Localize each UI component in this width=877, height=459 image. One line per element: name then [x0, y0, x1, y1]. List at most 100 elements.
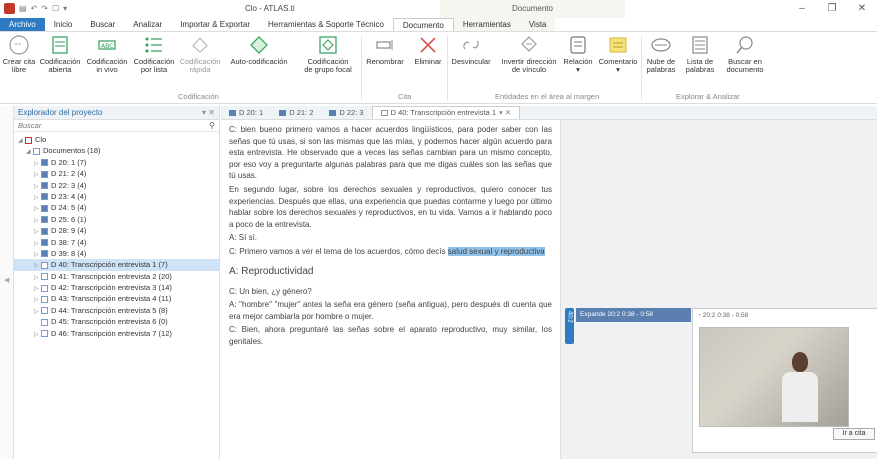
quote-marker[interactable]: 40:2 — [565, 308, 574, 344]
tree-item[interactable]: ▷ D 24: 5 (4) — [14, 202, 219, 213]
document-type-icon — [380, 110, 388, 116]
invert-link-button[interactable]: Invertir dirección de vínculo — [496, 34, 562, 74]
word-cloud-label: Nube de palabras — [646, 57, 676, 74]
document-tab[interactable]: D 20: 1 — [221, 106, 271, 119]
word-list-icon — [692, 36, 708, 54]
quick-access-toolbar: ▤ ↶ ↷ ☐ ▾ — [4, 3, 67, 14]
tree-item[interactable]: ▷ D 42: Transcripción entrevista 3 (14) — [14, 282, 219, 293]
document-paragraph: A: "hombre" "mujer" antes la seña era gé… — [229, 299, 552, 322]
focus-group-coding-icon — [319, 36, 337, 54]
tree-item[interactable]: ▷ D 41: Transcripción entrevista 2 (20) — [14, 271, 219, 282]
tree-item[interactable]: ◢ Documentos (18) — [14, 145, 219, 156]
search-icon[interactable]: ⚲ — [209, 121, 215, 130]
tab-buscar[interactable]: Buscar — [81, 18, 124, 31]
video-quote-card[interactable]: ◔ 20:2 0:38 - 0:58 Ir a cita — [692, 308, 877, 453]
delete-label: Eliminar — [414, 57, 442, 66]
tab-analizar[interactable]: Analizar — [124, 18, 171, 31]
paragraph-text: A: Sí sí. — [229, 233, 258, 243]
collapse-arrow-icon: ◀ — [4, 277, 10, 284]
tree-item[interactable]: ▷ D 22: 3 (4) — [14, 180, 219, 191]
tree-item[interactable]: ▷ D 20: 1 (7) — [14, 157, 219, 168]
tree-item[interactable]: ▷ D 25: 6 (1) — [14, 214, 219, 225]
comment-dropdown-icon[interactable]: ▾ — [596, 66, 640, 74]
project-document-icon — [25, 136, 32, 144]
word-list-button[interactable]: Lista de palabras — [682, 34, 718, 74]
explorer-title: Explorador del proyecto — [18, 108, 103, 117]
quick-coding-button[interactable]: Codificación rápida — [178, 34, 222, 74]
explorer-pin-close-icon[interactable]: ▾ ✕ — [202, 108, 215, 117]
highlighted-quote[interactable]: salud sexual y reproductiva — [447, 246, 545, 256]
redo-icon[interactable]: ↷ — [41, 4, 48, 13]
tree-item[interactable]: ▷ D 46: Transcripción entrevista 7 (12) — [14, 328, 219, 339]
tab-close-icon[interactable]: ▾ ✕ — [499, 106, 511, 120]
tree-item[interactable]: ▷ D 28: 9 (4) — [14, 225, 219, 236]
rename-label: Renombrar — [366, 57, 404, 66]
document-tab[interactable]: D 22: 3 — [321, 106, 371, 119]
tree-item[interactable]: ▷ D 23: 4 (4) — [14, 191, 219, 202]
save-icon[interactable]: ▤ — [19, 4, 27, 13]
relation-button[interactable]: Relación ▾ — [562, 34, 594, 74]
quick-coding-label: Codificación rápida — [179, 57, 221, 74]
video-thumbnail[interactable] — [699, 327, 849, 427]
window-icon[interactable]: ☐ — [52, 4, 59, 13]
go-to-quote-button[interactable]: Ir a cita — [833, 428, 875, 440]
word-cloud-button[interactable]: Nube de palabras — [644, 34, 678, 74]
tree-item[interactable]: ◢ Clo — [14, 134, 219, 145]
undo-icon[interactable]: ↶ — [31, 4, 38, 13]
tab-herramientas[interactable]: Herramientas — [453, 18, 520, 31]
search-icon — [736, 36, 753, 54]
tree-item[interactable]: ▷ D 39: 8 (4) — [14, 248, 219, 259]
create-free-quote-button[interactable]: “” Crear cita libre — [2, 34, 36, 74]
open-coding-button[interactable]: Codificación abierta — [37, 34, 83, 74]
tree-item[interactable]: ▷ D 21: 2 (4) — [14, 168, 219, 179]
tree-item[interactable]: ▷ D 38: 7 (4) — [14, 237, 219, 248]
list-coding-button[interactable]: Codificación por lista — [131, 34, 177, 74]
maximize-button[interactable]: ❐ — [817, 0, 847, 18]
tab-herramientas-soporte-t-cnico[interactable]: Herramientas & Soporte Técnico — [259, 18, 393, 31]
tree-item[interactable]: D 45: Transcripción entrevista 6 (0) — [14, 316, 219, 327]
comment-button[interactable]: Comentario ▾ — [596, 34, 640, 74]
rename-button[interactable]: Renombrar — [362, 34, 408, 66]
list-coding-icon — [145, 37, 162, 53]
paragraph-text: C: Un bien, ¿y género? — [229, 286, 312, 296]
text-document-icon — [41, 284, 48, 292]
expand-arrow-icon[interactable]: ▷ — [34, 330, 41, 341]
unlink-button[interactable]: Desvincular — [449, 34, 493, 66]
document-tab[interactable]: D 40: Transcripción entrevista 1 ▾ ✕ — [371, 106, 521, 120]
delete-button[interactable]: Eliminar — [410, 34, 446, 66]
tree-item-label: Documentos (18) — [43, 146, 101, 156]
folder-document-icon — [33, 147, 40, 155]
invivo-coding-button[interactable]: ABC Codificación in vivo — [85, 34, 129, 74]
list-coding-label: Codificación por lista — [133, 57, 175, 74]
search-input[interactable] — [18, 121, 178, 130]
tree-item-label: D 25: 6 (1) — [51, 214, 87, 224]
customize-icon[interactable]: ▾ — [63, 4, 67, 13]
video-link-bar[interactable]: Expande 20:2 0:38 - 0:58 — [576, 308, 691, 322]
tree-item[interactable]: ▷ D 44: Transcripción entrevista 5 (8) — [14, 305, 219, 316]
ribbon: “” Crear cita libre Codificación abierta… — [0, 32, 877, 104]
group-label-codificacion: Codificación — [178, 92, 219, 101]
close-button[interactable]: ✕ — [847, 0, 877, 18]
tab-vista[interactable]: Vista — [519, 18, 556, 31]
tab-inicio[interactable]: Inicio — [45, 18, 82, 31]
focus-group-coding-button[interactable]: Codificación de grupo focal — [298, 34, 358, 74]
relation-dropdown-icon[interactable]: ▾ — [562, 66, 594, 74]
tab-archivo[interactable]: Archivo — [0, 18, 45, 31]
search-document-button[interactable]: Buscar en documento — [722, 34, 768, 74]
tab-documento[interactable]: Documento — [392, 18, 454, 31]
ribbon-separator — [447, 36, 448, 100]
tab-importar-exportar[interactable]: Importar & Exportar — [171, 18, 259, 31]
invert-link-label: Invertir dirección de vínculo — [501, 57, 557, 74]
document-tab[interactable]: D 21: 2 — [271, 106, 321, 119]
ribbon-separator — [641, 36, 642, 100]
left-collapse-handle[interactable]: ◀ — [0, 106, 14, 459]
tree-item[interactable]: ▷ D 43: Transcripción entrevista 4 (11) — [14, 293, 219, 304]
clock-icon: ◔ — [697, 312, 701, 319]
paragraph-text: En segundo lugar, sobre los derechos sex… — [229, 184, 552, 229]
document-viewer[interactable]: C: bien bueno primero vamos a hacer acue… — [221, 120, 558, 459]
auto-coding-button[interactable]: Auto-codificación — [226, 34, 292, 66]
text-document-icon — [41, 330, 48, 338]
tree-item-label: D 22: 3 (4) — [51, 180, 87, 190]
minimize-button[interactable]: – — [787, 0, 817, 18]
tree-item[interactable]: ▷ D 40: Transcripción entrevista 1 (7) — [14, 259, 219, 271]
